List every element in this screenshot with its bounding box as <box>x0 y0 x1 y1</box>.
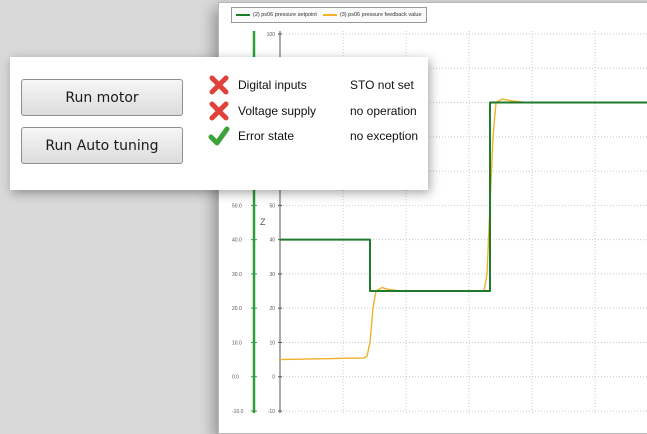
red-cross-icon <box>209 101 229 121</box>
status-value-voltage-supply: no operation <box>350 104 417 118</box>
status-label-digital-inputs: Digital inputs <box>238 78 307 92</box>
y-axis-label: Z <box>260 217 266 227</box>
status-value-digital-inputs: STO not set <box>350 78 414 92</box>
green-check-icon <box>208 126 230 146</box>
status-value-error-state: no exception <box>350 129 419 143</box>
legend-label-feedback: (3) ps06 pressure feedback value <box>339 12 422 18</box>
outer-y-tick-label: 50.0 <box>232 203 242 209</box>
plot-legend: (2) ps06 pressure setpoint (3) ps06 pres… <box>231 7 427 23</box>
inner-y-tick-label: 0 <box>272 375 275 381</box>
inner-y-tick-label: 40 <box>269 238 275 244</box>
legend-label-setpoint: (2) ps06 pressure setpoint <box>253 12 317 18</box>
inner-y-tick-label: -10 <box>268 409 275 415</box>
legend-item-feedback: (3) ps06 pressure feedback value <box>322 12 422 18</box>
legend-swatch-feedback <box>322 14 337 16</box>
inner-y-tick-label: 50 <box>269 203 275 209</box>
inner-y-tick-label: 30 <box>269 272 275 278</box>
status-label-error-state: Error state <box>238 129 295 143</box>
outer-y-tick-label: -10.0 <box>232 409 244 415</box>
inner-y-tick-label: 20 <box>269 306 275 312</box>
status-label-voltage-supply: Voltage supply <box>238 104 317 118</box>
run-motor-button[interactable]: Run motor <box>21 79 183 116</box>
legend-item-setpoint: (2) ps06 pressure setpoint <box>236 12 317 18</box>
inner-y-tick-label: 10 <box>269 340 275 346</box>
outer-y-tick-label: 30.0 <box>232 272 242 278</box>
outer-y-tick-label: 10.0 <box>232 340 242 346</box>
inner-y-tick-label: 100 <box>267 32 276 38</box>
run-auto-tuning-button[interactable]: Run Auto tuning <box>21 127 183 164</box>
legend-swatch-setpoint <box>236 14 250 16</box>
red-cross-icon <box>209 75 229 95</box>
status-row-digital-inputs: Digital inputs STO not set <box>208 74 414 96</box>
outer-y-tick-label: 20.0 <box>232 306 242 312</box>
status-row-error-state: Error state no exception <box>208 125 418 147</box>
outer-y-tick-label: 0.0 <box>232 375 239 381</box>
drive-control-panel: Run motor Run Auto tuning Digital inputs… <box>10 57 428 190</box>
outer-y-tick-label: 40.0 <box>232 238 242 244</box>
status-row-voltage-supply: Voltage supply no operation <box>208 100 417 122</box>
